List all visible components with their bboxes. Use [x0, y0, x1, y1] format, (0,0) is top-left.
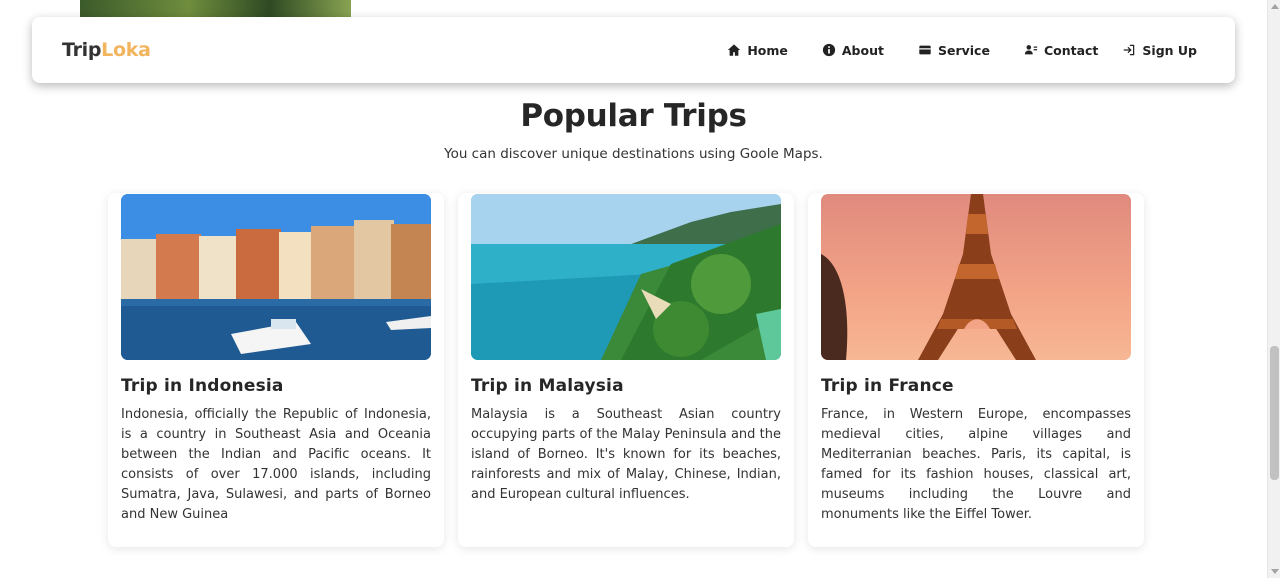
info-icon — [822, 43, 835, 57]
main-nav: Home About Service Contact Sign Up — [693, 43, 1197, 58]
eiffel-tower-image — [821, 194, 1131, 360]
trip-image-malaysia — [471, 194, 781, 360]
trip-desc-indonesia: Indonesia, officially the Republic of In… — [121, 407, 431, 522]
trip-desc-malaysia: Malaysia is a Southeast Asian country oc… — [471, 407, 781, 502]
sign-in-icon — [1124, 44, 1135, 56]
navbar: TripLoka Home About Service Contact Sign… — [32, 17, 1235, 83]
trip-cards: Trip in Indonesia Indonesia, officially … — [108, 193, 1145, 547]
contact-icon — [1024, 45, 1038, 55]
scroll-up-arrow-icon[interactable] — [1271, 4, 1279, 9]
trip-card-indonesia[interactable]: Trip in Indonesia Indonesia, officially … — [108, 193, 444, 547]
scroll-thumb[interactable] — [1270, 346, 1279, 480]
nav-service[interactable]: Service — [918, 43, 990, 58]
nav-contact[interactable]: Contact — [1024, 43, 1098, 58]
partial-image-strip — [80, 0, 351, 17]
brand-part-2: Loka — [101, 39, 151, 61]
nav-sign-up-label: Sign Up — [1142, 42, 1197, 58]
page-scrollbar[interactable] — [1267, 0, 1280, 578]
trip-card-france[interactable]: Trip in France France, in Western Europe… — [808, 193, 1144, 547]
tropical-beach-image — [471, 194, 781, 360]
nav-sign-up[interactable]: Sign Up — [1122, 43, 1197, 58]
section-title: Popular Trips — [520, 98, 747, 134]
nav-home[interactable]: Home — [727, 43, 788, 58]
venice-canal-image — [121, 194, 431, 360]
section-subtitle: You can discover unique destinations usi… — [444, 146, 823, 162]
home-icon — [728, 44, 741, 56]
trip-image-indonesia — [121, 194, 431, 360]
nav-about-label: About — [841, 42, 884, 58]
trip-image-france — [821, 194, 1131, 360]
nav-contact-label: Contact — [1043, 42, 1099, 58]
brand-logo[interactable]: TripLoka — [62, 39, 151, 61]
nav-service-label: Service — [937, 42, 990, 58]
scroll-down-arrow-icon[interactable] — [1271, 569, 1279, 574]
trip-card-malaysia[interactable]: Trip in Malaysia Malaysia is a Southeast… — [458, 193, 794, 547]
brand-part-1: Trip — [62, 39, 102, 61]
nav-about[interactable]: About — [822, 43, 884, 58]
nav-home-label: Home — [747, 42, 788, 58]
trip-title-indonesia: Trip in Indonesia — [121, 376, 284, 396]
trip-title-france: Trip in France — [821, 376, 954, 396]
trip-title-malaysia: Trip in Malaysia — [471, 376, 624, 396]
service-icon — [919, 45, 931, 55]
trip-desc-france: France, in Western Europe, encompasses m… — [821, 407, 1131, 522]
